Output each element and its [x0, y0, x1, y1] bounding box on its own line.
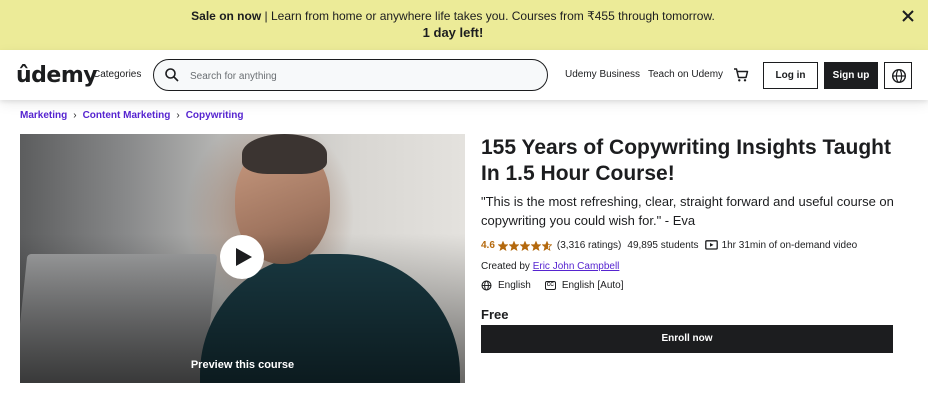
- video-duration: 1hr 31min of on-demand video: [721, 240, 858, 251]
- play-button[interactable]: [220, 235, 264, 279]
- instructor-link[interactable]: Eric John Campbell: [533, 261, 620, 272]
- signup-button[interactable]: Sign up: [824, 62, 878, 89]
- banner-message: Sale on now | Learn from home or anywher…: [0, 9, 906, 23]
- course-title: 155 Years of Copywriting Insights Taught…: [481, 136, 891, 185]
- preview-label[interactable]: Preview this course: [20, 359, 465, 371]
- video-icon: [704, 240, 718, 250]
- chevron-right-icon: ›: [73, 110, 77, 121]
- banner-countdown: 1 day left!: [422, 25, 484, 40]
- udemy-logo[interactable]: ûdemy: [16, 63, 98, 88]
- close-icon[interactable]: [900, 8, 916, 24]
- breadcrumb-item-copywriting[interactable]: Copywriting: [186, 110, 244, 121]
- search-input[interactable]: [190, 68, 530, 84]
- search-bar[interactable]: [153, 59, 548, 91]
- star-icon: [530, 240, 541, 251]
- students-count: 49,895 students: [627, 240, 699, 251]
- sale-label: Sale on now: [191, 9, 262, 23]
- breadcrumb-item-content-marketing[interactable]: Content Marketing: [83, 110, 171, 121]
- course-language: English: [498, 280, 531, 291]
- course-price: Free: [481, 307, 509, 322]
- course-captions: English [Auto]: [561, 280, 624, 291]
- star-icon: [519, 240, 530, 251]
- captions-icon: CC: [544, 281, 556, 290]
- login-button[interactable]: Log in: [763, 62, 818, 89]
- breadcrumb: Marketing › Content Marketing › Copywrit…: [20, 110, 243, 121]
- header: ûdemy Categories Udemy Business Teach on…: [0, 50, 928, 100]
- star-icon: [508, 240, 519, 251]
- globe-icon: [481, 280, 492, 291]
- language-button[interactable]: [884, 62, 912, 89]
- ratings-count[interactable]: (3,316 ratings): [557, 240, 621, 251]
- star-rating: [497, 240, 553, 251]
- play-icon: [236, 248, 252, 266]
- created-by-label: Created by: [481, 261, 533, 272]
- star-icon: [497, 240, 508, 251]
- cart-icon[interactable]: [733, 67, 749, 83]
- udemy-business-link[interactable]: Udemy Business: [565, 69, 640, 80]
- language-row: English CC English [Auto]: [481, 280, 624, 291]
- promo-banner: Sale on now | Learn from home or anywher…: [0, 0, 928, 50]
- sale-text: | Learn from home or anywhere life takes…: [261, 9, 715, 23]
- course-preview[interactable]: Preview this course: [20, 134, 465, 383]
- star-icon: [541, 240, 552, 251]
- categories-link[interactable]: Categories: [93, 69, 141, 80]
- search-icon[interactable]: [164, 67, 180, 83]
- rating-row: 4.6 (3,316 ratings) 49,895 students 1hr …: [481, 240, 857, 251]
- rating-value: 4.6: [481, 240, 495, 251]
- enroll-button[interactable]: Enroll now: [481, 325, 893, 353]
- chevron-right-icon: ›: [176, 110, 180, 121]
- course-subtitle: "This is the most refreshing, clear, str…: [481, 194, 894, 228]
- breadcrumb-item-marketing[interactable]: Marketing: [20, 110, 67, 121]
- teach-on-udemy-link[interactable]: Teach on Udemy: [648, 69, 723, 80]
- globe-icon: [891, 68, 907, 84]
- created-by: Created by Eric John Campbell: [481, 261, 619, 272]
